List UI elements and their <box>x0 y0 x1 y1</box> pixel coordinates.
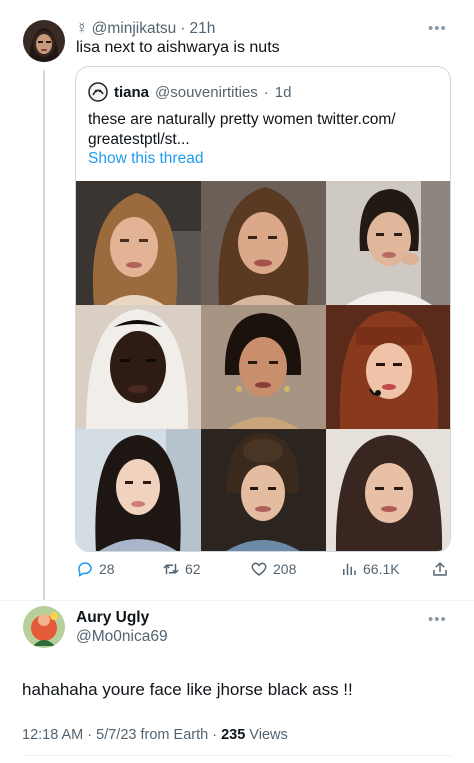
reply-timestamp[interactable]: 12:18 AM · 5/7/23 from Earth · <box>22 727 221 743</box>
photo-7[interactable] <box>76 429 201 551</box>
avatar[interactable] <box>23 20 65 62</box>
reply-author-handle[interactable]: @Mo0nica69 <box>76 628 168 646</box>
reply-avatar[interactable] <box>23 606 65 648</box>
photo-2[interactable] <box>201 181 326 305</box>
author-handle[interactable]: @minjikatsu <box>92 20 177 38</box>
share-icon <box>433 562 447 576</box>
reply-views-label: Views <box>245 727 288 743</box>
photo-6[interactable] <box>326 305 450 429</box>
author-glyph: ☿ <box>76 20 88 37</box>
quote-avatar[interactable] <box>88 82 108 102</box>
tweet-text: lisa next to aishwarya is nuts <box>76 39 280 56</box>
views-button[interactable]: 66.1K <box>340 560 400 578</box>
reply-text: hahahaha youre face like jhorse black as… <box>22 680 353 699</box>
like-icon <box>251 562 267 576</box>
retweet-count: 62 <box>185 561 201 577</box>
photo-8[interactable] <box>201 429 326 551</box>
quote-header: tiana @souvenirtities · 1d <box>88 82 291 102</box>
reply-count: 28 <box>99 561 115 577</box>
reply-icon <box>78 562 92 577</box>
quote-author-name[interactable]: tiana <box>114 84 149 101</box>
thread-connector-line <box>43 70 45 600</box>
tweet-actions: 28 62 208 66.1K <box>0 560 474 584</box>
photo-4[interactable] <box>76 305 201 429</box>
reply-button[interactable]: 28 <box>76 560 115 578</box>
share-button[interactable] <box>431 560 449 578</box>
show-thread-link[interactable]: Show this thread <box>88 150 203 168</box>
photo-9[interactable] <box>326 429 450 551</box>
reply-views-count: 235 <box>221 727 246 743</box>
quote-separator: · <box>263 83 269 101</box>
reply-author-name[interactable]: Aury Ugly <box>76 609 149 627</box>
photo-3[interactable] <box>326 181 450 305</box>
more-icon[interactable]: ••• <box>428 20 447 37</box>
reply-more-icon[interactable]: ••• <box>428 611 447 628</box>
quote-time[interactable]: 1d <box>275 84 292 101</box>
divider <box>0 600 474 601</box>
like-button[interactable]: 208 <box>250 560 296 578</box>
views-count: 66.1K <box>363 561 400 577</box>
retweet-button[interactable]: 62 <box>162 560 201 578</box>
photo-5[interactable] <box>201 305 326 429</box>
quote-author-handle[interactable]: @souvenirtities <box>155 84 258 101</box>
quoted-tweet[interactable]: tiana @souvenirtities · 1d these are nat… <box>75 66 451 552</box>
retweet-icon <box>163 563 179 575</box>
like-count: 208 <box>273 561 297 577</box>
tweet-time[interactable]: 21h <box>189 20 215 38</box>
views-icon <box>343 563 356 575</box>
header-separator: · <box>180 20 186 37</box>
tweet-header: ☿ @minjikatsu · 21h <box>76 20 215 38</box>
bottom-divider <box>22 755 452 756</box>
quote-text: these are naturally pretty women twitter… <box>88 111 396 148</box>
photo-grid <box>76 181 450 551</box>
reply-meta: 12:18 AM · 5/7/23 from Earth · 235 Views <box>22 727 288 743</box>
photo-1[interactable] <box>76 181 201 305</box>
